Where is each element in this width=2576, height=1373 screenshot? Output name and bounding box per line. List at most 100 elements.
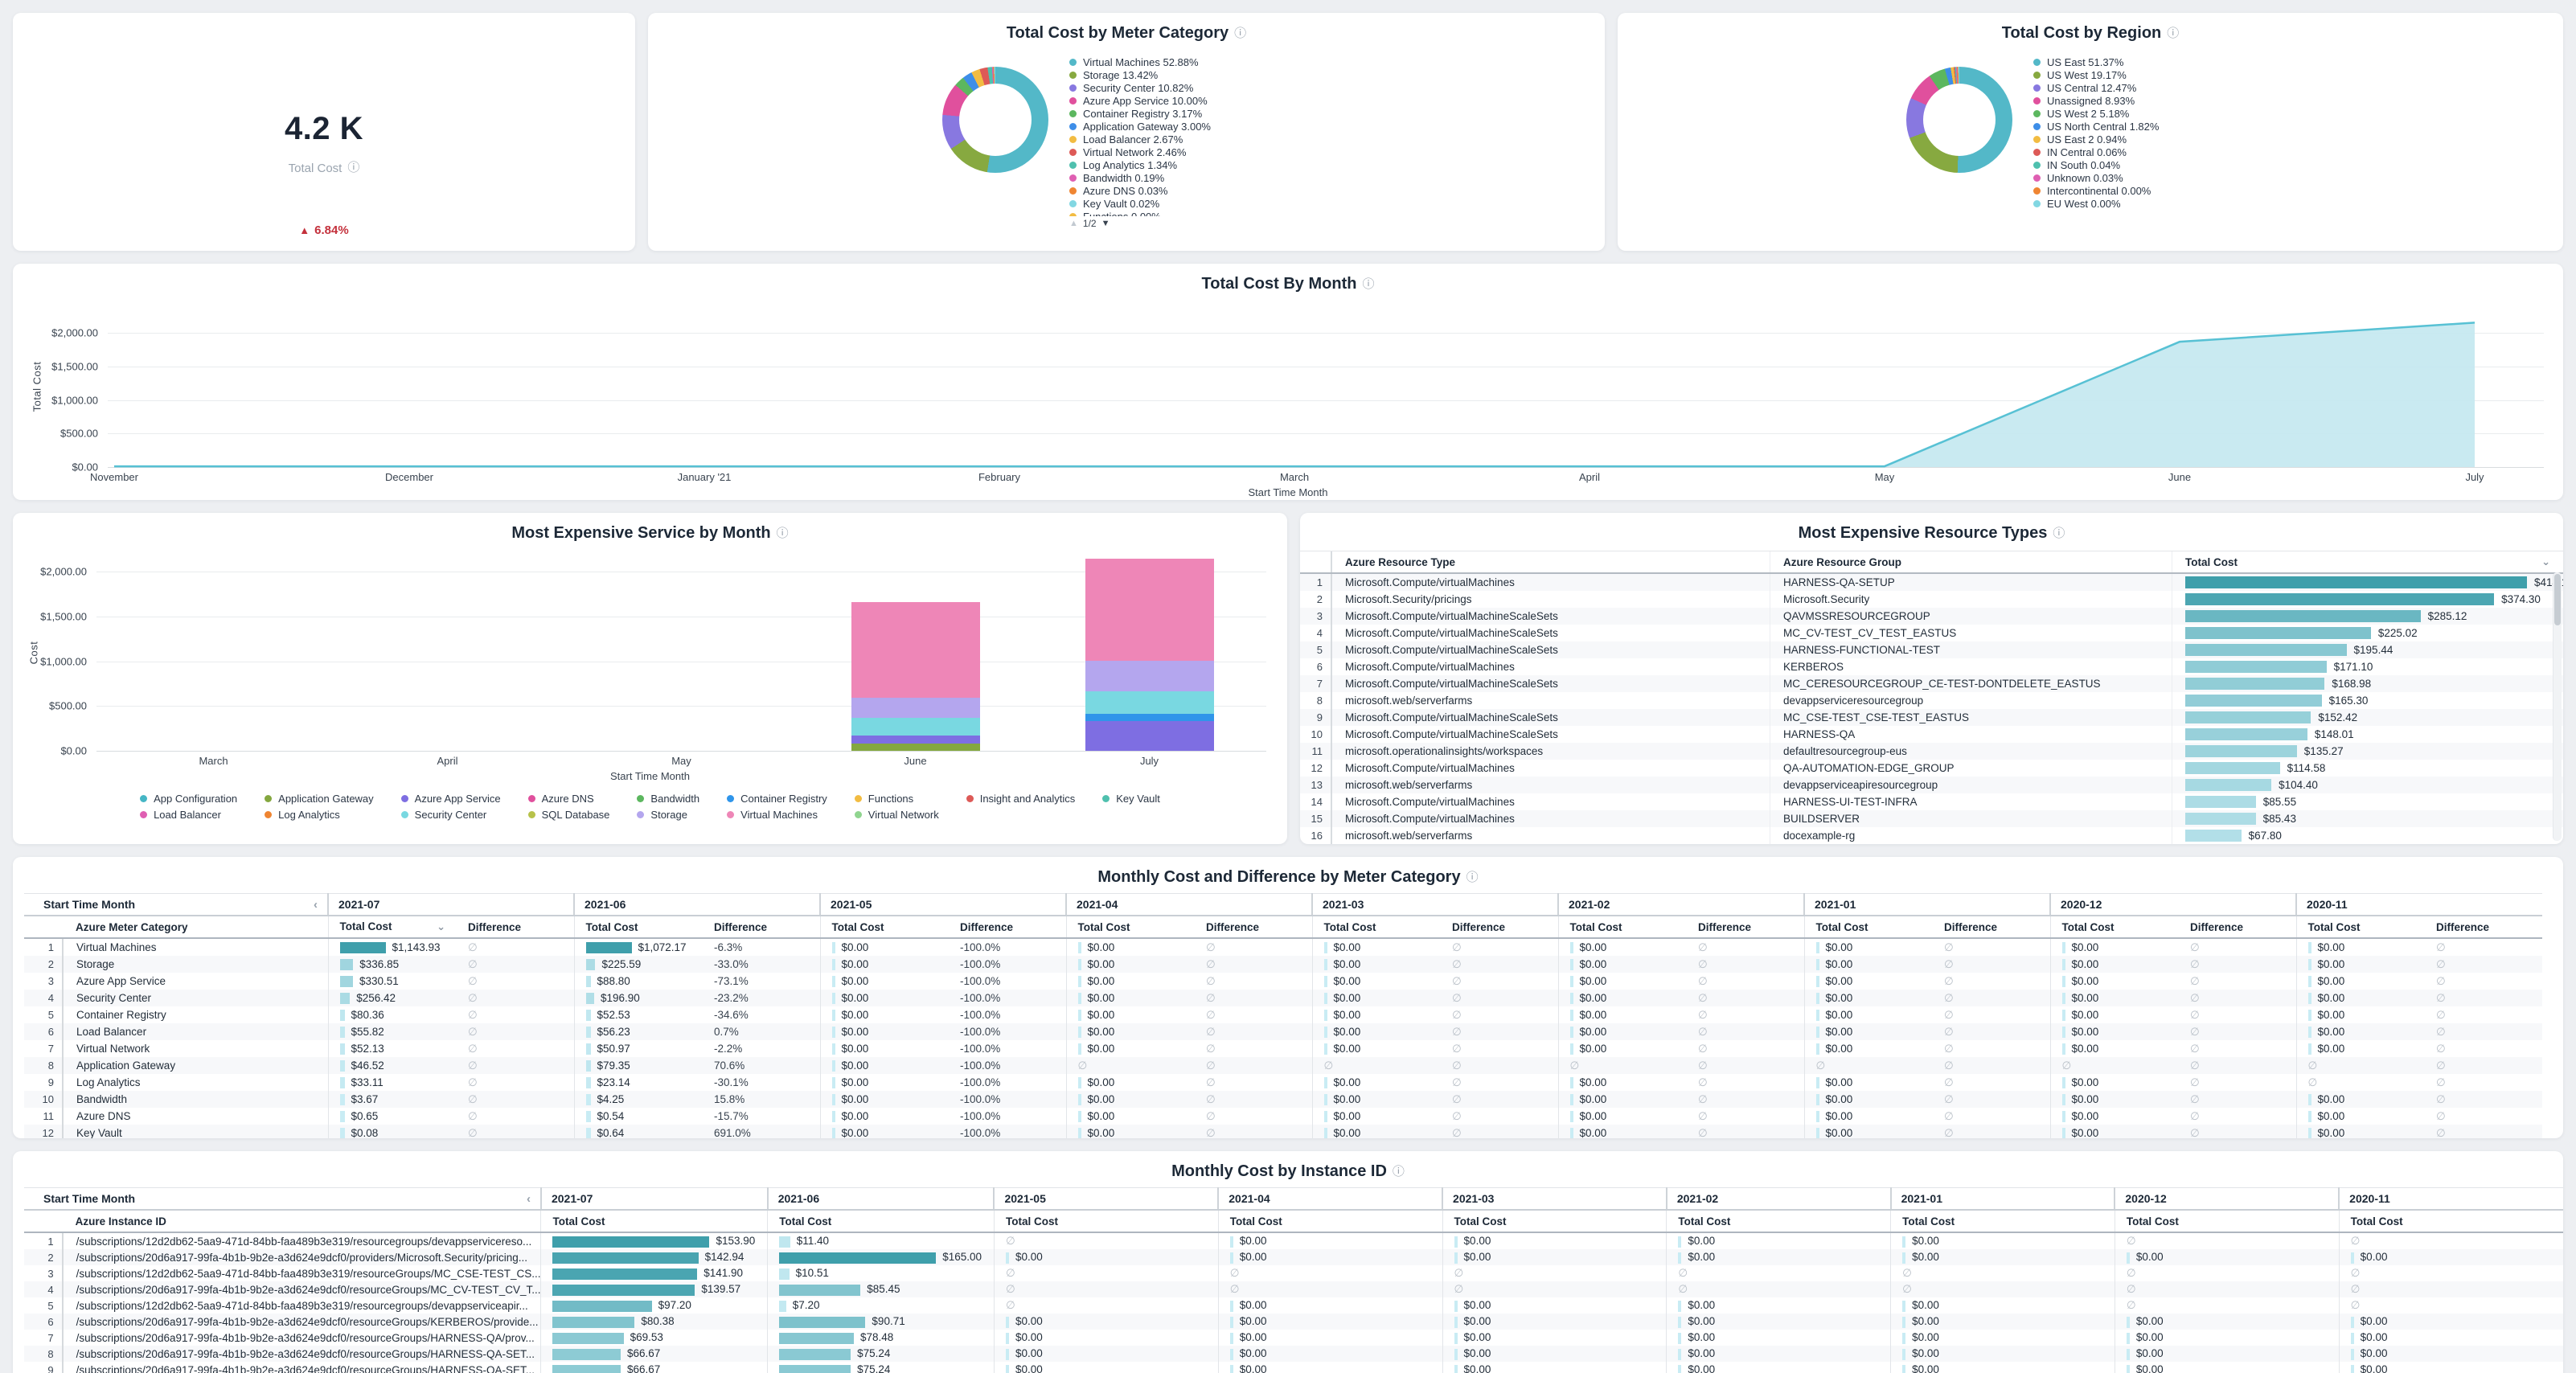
month-header[interactable]: 2021-07 (541, 1188, 768, 1211)
legend-item[interactable]: Log Analytics (265, 808, 374, 821)
chevron-left-icon[interactable]: ‹ (527, 1192, 531, 1206)
difference-header[interactable]: Difference (1195, 916, 1312, 938)
column-header-resource-type[interactable]: Azure Resource Type (1332, 551, 1770, 572)
month-header[interactable]: 2020-11 (2296, 894, 2542, 916)
legend-item[interactable]: Unassigned 8.93% (2033, 94, 2275, 107)
stacked-bar[interactable] (617, 554, 746, 751)
total-cost-header[interactable]: Total Cost (574, 916, 703, 938)
stacked-bar[interactable] (384, 554, 512, 751)
legend-item[interactable]: Functions 0.00% (1069, 210, 1311, 216)
month-header[interactable]: 2021-06 (768, 1188, 995, 1211)
row-dimension-header[interactable]: Azure Instance ID (63, 1210, 541, 1232)
legend-item[interactable]: Storage 13.42% (1069, 68, 1311, 81)
column-header-resource-group[interactable]: Azure Resource Group (1770, 551, 2172, 572)
difference-header[interactable]: Difference (457, 916, 574, 938)
total-cost-header[interactable]: Total Cost (1667, 1210, 1891, 1232)
legend-item[interactable]: Azure App Service (401, 792, 501, 805)
month-header[interactable]: 2021-04 (1066, 894, 1312, 916)
month-header[interactable]: 2021-01 (1891, 1188, 2115, 1211)
month-header[interactable]: 2021-03 (1312, 894, 1558, 916)
legend-item[interactable]: Container Registry (727, 792, 827, 805)
total-cost-header[interactable]: Total Cost (1066, 916, 1195, 938)
sort-chevron-icon[interactable]: ⌄ (437, 920, 445, 933)
month-header[interactable]: 2021-05 (820, 894, 1066, 916)
start-time-month-header[interactable]: Start Time Month‹ (24, 894, 328, 916)
month-header[interactable]: 2021-02 (1667, 1188, 1891, 1211)
total-cost-header[interactable]: Total Cost (2050, 916, 2179, 938)
vertical-scrollbar[interactable] (2553, 572, 2562, 841)
legend-item[interactable]: Storage (637, 808, 699, 821)
total-cost-header[interactable]: Total Cost (1442, 1210, 1667, 1232)
page-up-icon[interactable]: ▲ (1069, 219, 1078, 228)
legend-item[interactable]: Key Vault (1102, 792, 1160, 805)
legend-item[interactable]: IN South 0.04% (2033, 158, 2275, 171)
legend-item[interactable]: US West 19.17% (2033, 68, 2275, 81)
legend-item[interactable]: SQL Database (528, 808, 610, 821)
stacked-bar[interactable] (851, 554, 980, 751)
difference-header[interactable]: Difference (703, 916, 820, 938)
total-cost-header[interactable]: Total Cost (2296, 916, 2425, 938)
meter-category-donut[interactable] (942, 67, 1048, 173)
legend-item[interactable]: Intercontinental 0.00% (2033, 184, 2275, 197)
info-icon[interactable]: ⓘ (777, 527, 789, 540)
legend-item[interactable]: Bandwidth (637, 792, 699, 805)
total-cost-by-month-plot[interactable]: $0.00$500.00$1,000.00$1,500.00$2,000.00N… (108, 306, 2544, 467)
info-icon[interactable]: ⓘ (2167, 27, 2179, 40)
stacked-bar[interactable] (1085, 554, 1214, 751)
legend-item[interactable]: Application Gateway (265, 792, 374, 805)
legend-item[interactable]: Container Registry 3.17% (1069, 107, 1311, 120)
legend-item[interactable]: Application Gateway 3.00% (1069, 120, 1311, 133)
legend-item[interactable]: US East 51.37% (2033, 55, 2275, 68)
info-icon[interactable]: ⓘ (347, 161, 359, 174)
info-icon[interactable]: ⓘ (1393, 1165, 1405, 1178)
total-cost-header[interactable]: Total Cost (1891, 1210, 2115, 1232)
total-cost-header[interactable]: Total Cost (1804, 916, 1933, 938)
legend-item[interactable]: US Central 12.47% (2033, 81, 2275, 94)
legend-item[interactable]: Security Center 10.82% (1069, 81, 1311, 94)
legend-item[interactable]: App Configuration (140, 792, 237, 805)
total-cost-header[interactable]: Total Cost (2339, 1210, 2563, 1232)
region-donut[interactable] (1906, 67, 2012, 173)
legend-item[interactable]: Insight and Analytics (966, 792, 1076, 805)
legend-item[interactable]: Azure App Service 10.00% (1069, 94, 1311, 107)
legend-item[interactable]: EU West 0.00% (2033, 197, 2275, 210)
legend-item[interactable]: Azure DNS 0.03% (1069, 184, 1311, 197)
month-header[interactable]: 2020-12 (2050, 894, 2296, 916)
info-icon[interactable]: ⓘ (1466, 871, 1479, 884)
total-cost-header[interactable]: Total Cost (2115, 1210, 2339, 1232)
legend-item[interactable]: US East 2 0.94% (2033, 133, 2275, 145)
legend-item[interactable]: Azure DNS (528, 792, 610, 805)
legend-item[interactable]: US North Central 1.82% (2033, 120, 2275, 133)
total-cost-header[interactable]: Total Cost (541, 1210, 768, 1232)
difference-header[interactable]: Difference (1441, 916, 1558, 938)
month-header[interactable]: 2021-07 (328, 894, 574, 916)
month-header[interactable]: 2020-11 (2339, 1188, 2563, 1211)
legend-item[interactable]: Functions (855, 792, 939, 805)
total-cost-header[interactable]: Total Cost (768, 1210, 995, 1232)
month-header[interactable]: 2021-06 (574, 894, 820, 916)
month-header[interactable]: 2021-04 (1218, 1188, 1442, 1211)
difference-header[interactable]: Difference (1687, 916, 1804, 938)
row-dimension-header[interactable]: Azure Meter Category (63, 916, 328, 938)
legend-item[interactable]: Load Balancer (140, 808, 237, 821)
month-header[interactable]: 2021-01 (1804, 894, 2050, 916)
start-time-month-header[interactable]: Start Time Month‹ (24, 1188, 541, 1211)
legend-item[interactable]: Virtual Network (855, 808, 939, 821)
legend-item[interactable]: Unknown 0.03% (2033, 171, 2275, 184)
legend-item[interactable]: Virtual Machines 52.88% (1069, 55, 1311, 68)
total-cost-header[interactable]: Total Cost (994, 1210, 1218, 1232)
difference-header[interactable]: Difference (949, 916, 1066, 938)
info-icon[interactable]: ⓘ (1362, 277, 1374, 291)
legend-item[interactable]: Virtual Network 2.46% (1069, 145, 1311, 158)
legend-item[interactable]: Virtual Machines (727, 808, 827, 821)
service-by-month-plot[interactable]: $0.00$500.00$1,000.00$1,500.00$2,000.00M… (96, 554, 1266, 751)
total-cost-header[interactable]: Total Cost⌄ (328, 916, 457, 938)
legend-item[interactable]: Load Balancer 2.67% (1069, 133, 1311, 145)
page-down-icon[interactable]: ▼ (1101, 219, 1110, 228)
scrollbar-thumb[interactable] (2554, 574, 2561, 625)
legend-item[interactable]: Bandwidth 0.19% (1069, 171, 1311, 184)
info-icon[interactable]: ⓘ (1234, 27, 1246, 40)
column-header-total-cost[interactable]: Total Cost⌄ (2172, 551, 2563, 572)
legend-item[interactable]: Log Analytics 1.34% (1069, 158, 1311, 171)
difference-header[interactable]: Difference (1933, 916, 2050, 938)
